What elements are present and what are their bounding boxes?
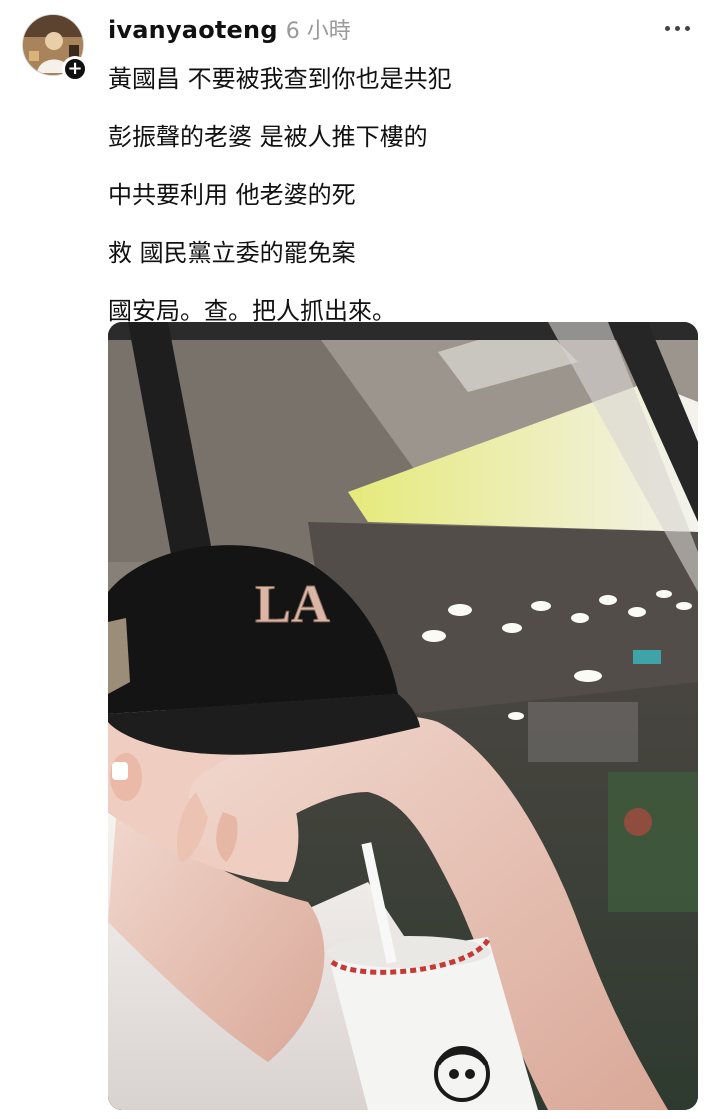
post-timestamp: 6 小時 bbox=[285, 19, 351, 44]
post-text-line: 中共要利用 他老婆的死 bbox=[108, 181, 356, 209]
post-header: ivanyaoteng 6 小時 bbox=[108, 13, 351, 45]
profile-avatar-container[interactable]: + bbox=[22, 14, 88, 82]
follow-plus-icon[interactable]: + bbox=[62, 56, 88, 82]
post-body: 黃國昌 不要被我查到你也是共犯 彭振聲的老婆 是被人推下樓的 中共要利用 他老婆… bbox=[108, 50, 698, 340]
post-text-line: 彭振聲的老婆 是被人推下樓的 bbox=[108, 123, 428, 151]
post-photo[interactable]: LA KFC bbox=[108, 322, 698, 1110]
post-text-line: 黃國昌 不要被我查到你也是共犯 bbox=[108, 65, 452, 93]
username-link[interactable]: ivanyaoteng bbox=[108, 16, 278, 44]
cap-logo-text: LA bbox=[255, 574, 330, 634]
cup-brand-text: KFC bbox=[448, 1021, 450, 1023]
post-text-line: 救 國民黨立委的罷免案 bbox=[108, 239, 356, 267]
more-options-icon[interactable] bbox=[660, 18, 694, 38]
